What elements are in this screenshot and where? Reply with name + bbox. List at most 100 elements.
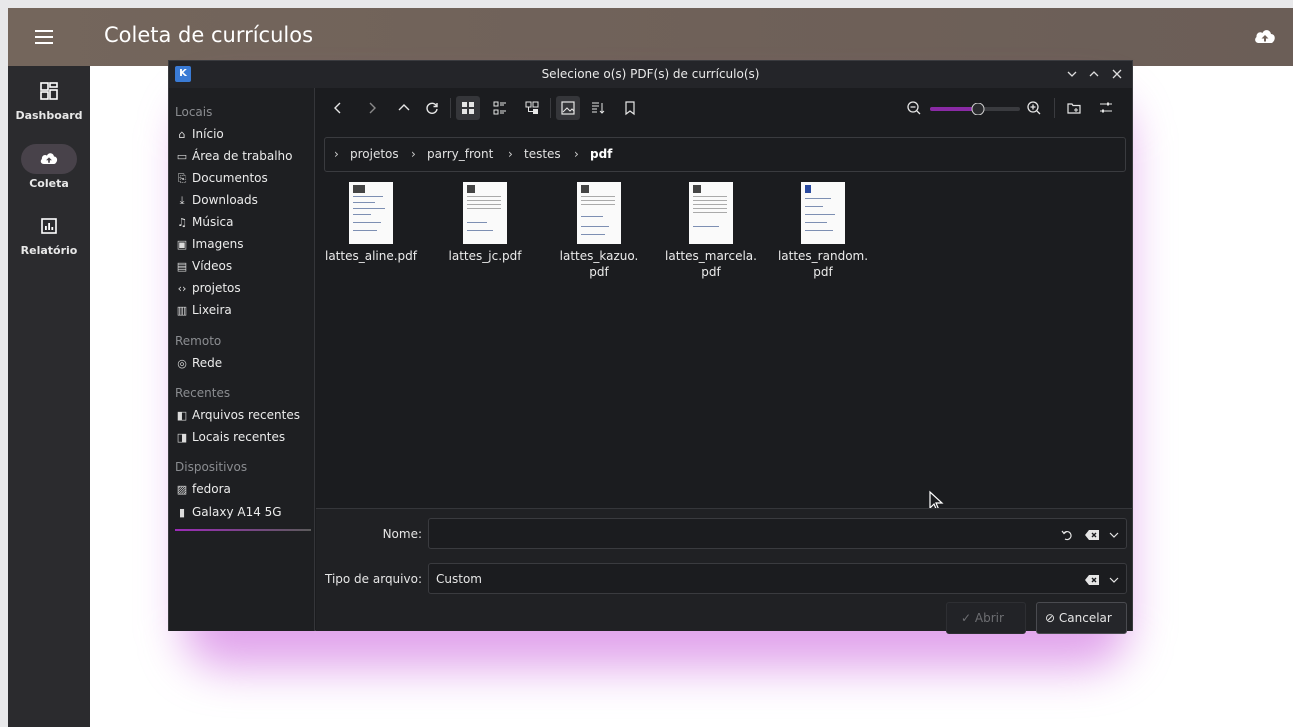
thumb-header [805, 185, 811, 193]
preview-toggle-button[interactable] [556, 96, 580, 120]
thumb-line [467, 208, 501, 209]
filetype-select[interactable]: Custom [428, 563, 1127, 594]
chevron-right-icon: › [411, 147, 416, 161]
mount-usage-bar [175, 529, 311, 531]
rail-icon-wrap [21, 76, 77, 106]
file-item[interactable]: lattes_random. pdf [768, 182, 878, 280]
place-fedora[interactable]: ▨ fedora [175, 482, 311, 504]
place-label: Galaxy A14 5G [192, 505, 282, 519]
filetype-label: Tipo de arquivo: [324, 572, 422, 586]
rail-item-coleta[interactable]: Coleta [8, 144, 90, 190]
thumb-line [467, 204, 501, 205]
file-item[interactable]: lattes_jc.pdf [430, 182, 540, 264]
maximize-button[interactable] [1086, 66, 1102, 82]
tree-view-button[interactable] [520, 96, 544, 120]
breadcrumb-testes[interactable]: testes [524, 147, 561, 161]
file-name-line1: lattes_jc.pdf [448, 249, 522, 263]
clear-icon[interactable] [1084, 528, 1100, 542]
reload-button[interactable] [420, 96, 444, 120]
place-projetos[interactable]: ‹› projetos [175, 281, 311, 303]
place-downloads[interactable]: ⤓ Downloads [175, 193, 311, 215]
clear-icon[interactable] [1084, 573, 1100, 587]
place-label: projetos [192, 281, 241, 295]
zoom-slider[interactable] [930, 103, 1020, 115]
bookmark-button[interactable] [618, 96, 642, 120]
rail-icon-wrap [21, 144, 77, 174]
minimize-button[interactable] [1064, 66, 1080, 82]
thumb-line [353, 214, 371, 215]
rail-label-relatorio: Relatório [20, 244, 78, 257]
place-rede[interactable]: ◎ Rede [175, 356, 311, 378]
place-label: fedora [192, 482, 231, 496]
hamburger-line [35, 36, 53, 38]
new-folder-button[interactable] [1062, 96, 1086, 120]
cancel-button[interactable]: ⊘ Cancelar [1036, 602, 1127, 634]
cloud-upload-button[interactable] [1253, 26, 1277, 48]
thumb-line [693, 208, 727, 209]
place-arquivos-recentes[interactable]: ◧ Arquivos recentes [175, 408, 311, 430]
sort-button[interactable] [586, 96, 610, 120]
icons-view-button[interactable] [456, 96, 480, 120]
chevron-down-icon[interactable] [1108, 529, 1120, 541]
music-icon: ♫ [177, 216, 187, 229]
thumb-line [805, 198, 831, 199]
refresh-icon [426, 102, 438, 114]
forward-button[interactable] [360, 96, 384, 120]
file-name-line1: lattes_marcela. [665, 249, 757, 263]
details-view-button[interactable] [488, 96, 512, 120]
file-item[interactable]: lattes_kazuo. pdf [544, 182, 654, 280]
breadcrumb-parry-front[interactable]: parry_front [427, 147, 493, 161]
breadcrumb[interactable]: › projetos › parry_front › testes › pdf [324, 137, 1126, 172]
close-icon [1112, 69, 1122, 79]
chevron-down-icon[interactable] [1108, 574, 1120, 586]
undo-icon[interactable] [1060, 528, 1074, 542]
file-view[interactable]: lattes_aline.pdf lattes_jc.pdf lattes_ka… [316, 178, 1132, 512]
breadcrumb-projetos[interactable]: projetos [350, 147, 399, 161]
pdf-thumbnail-icon [689, 182, 733, 244]
place-locais-recentes[interactable]: ◨ Locais recentes [175, 430, 311, 452]
menu-button[interactable] [32, 27, 56, 47]
file-item[interactable]: lattes_marcela. pdf [656, 182, 766, 280]
file-item[interactable]: lattes_aline.pdf [316, 182, 426, 264]
rail-item-dashboard[interactable]: Dashboard [8, 76, 90, 122]
thumb-line [693, 200, 727, 201]
file-name: lattes_aline.pdf [316, 248, 426, 264]
rail-item-relatorio[interactable]: Relatório [8, 211, 90, 257]
back-button[interactable] [326, 96, 350, 120]
name-input[interactable] [428, 518, 1127, 549]
place-videos[interactable]: ▤ Vídeos [175, 259, 311, 281]
zoom-out-button[interactable] [902, 96, 926, 120]
place-imagens[interactable]: ▣ Imagens [175, 237, 311, 259]
open-button[interactable]: ✓ Abrir [946, 602, 1026, 634]
zoom-in-button[interactable] [1022, 96, 1046, 120]
grid-view-icon [462, 102, 474, 114]
dialog-toolbar [316, 88, 1132, 130]
details-view-icon [493, 101, 506, 115]
zoom-out-icon [907, 101, 921, 115]
file-open-dialog: K Selecione o(s) PDF(s) de currículo(s) … [168, 60, 1133, 634]
navigation-rail: Dashboard Coleta Relatório [8, 66, 90, 727]
place-musica[interactable]: ♫ Música [175, 215, 311, 237]
thumb-line [693, 204, 727, 205]
documents-icon: ⎘ [177, 172, 187, 185]
thumb-line [353, 196, 383, 197]
dialog-titlebar[interactable]: K Selecione o(s) PDF(s) de currículo(s) [169, 61, 1132, 88]
close-button[interactable] [1109, 66, 1125, 82]
place-inicio[interactable]: ⌂ Início [175, 127, 311, 149]
home-icon: ⌂ [178, 128, 186, 141]
dashboard-icon [40, 82, 58, 100]
parent-folder-button[interactable] [392, 96, 416, 120]
settings-sliders-icon [1100, 102, 1112, 113]
file-name: lattes_marcela. pdf [656, 248, 766, 280]
options-button[interactable] [1094, 96, 1118, 120]
page-title: Coleta de currículos [104, 23, 314, 47]
hamburger-line [35, 42, 53, 44]
thumb-line [581, 216, 603, 217]
place-documentos[interactable]: ⎘ Documentos [175, 171, 311, 193]
cancel-button-label: Cancelar [1058, 611, 1112, 625]
breadcrumb-pdf[interactable]: pdf [590, 147, 612, 161]
place-lixeira[interactable]: ▥ Lixeira [175, 303, 311, 325]
thumb-line [581, 204, 615, 205]
place-galaxy-a14[interactable]: ▮ Galaxy A14 5G [175, 505, 311, 527]
place-area-de-trabalho[interactable]: ▭ Área de trabalho [175, 149, 311, 171]
